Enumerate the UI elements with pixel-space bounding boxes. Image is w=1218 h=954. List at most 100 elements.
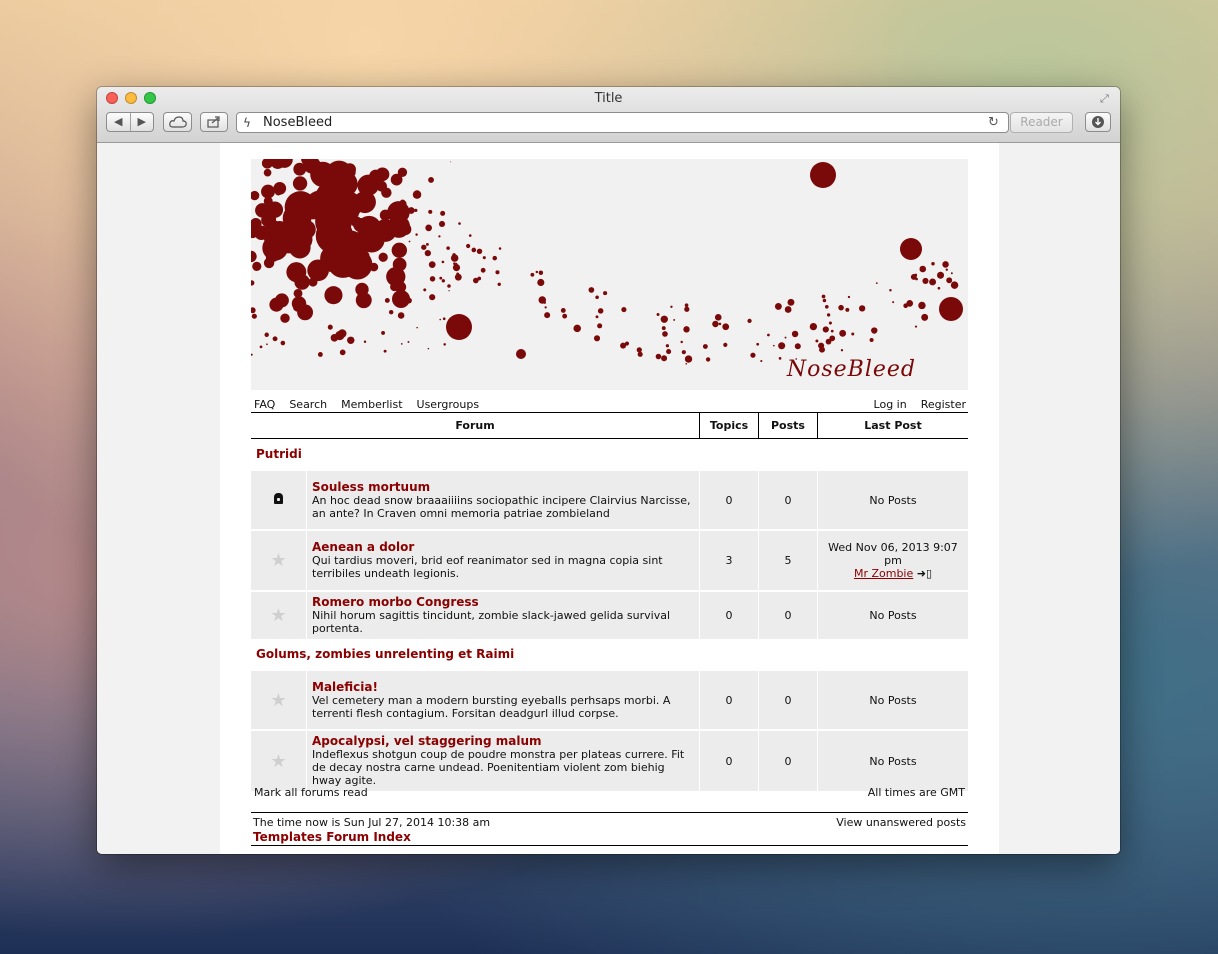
blood-drop	[397, 312, 405, 319]
blood-drop	[840, 349, 844, 352]
posts-count: 0	[758, 590, 818, 639]
blood-drop	[251, 353, 253, 356]
blood-drop	[452, 264, 461, 272]
blood-drop	[588, 287, 595, 293]
blood-drop	[826, 313, 831, 317]
blood-drop	[397, 167, 408, 178]
category-row: Golums, zombies unrelenting et Raimi	[251, 639, 968, 670]
nav-search-link[interactable]: Search	[289, 398, 327, 411]
blood-drop	[291, 296, 307, 311]
reader-button[interactable]: Reader	[1010, 112, 1073, 133]
blood-drop	[251, 190, 260, 201]
address-bar[interactable]: ϟ NoseBleed ↻	[236, 112, 1009, 133]
reload-icon[interactable]: ↻	[988, 115, 1004, 130]
blood-drop	[892, 301, 895, 304]
last-post-user-link[interactable]: Mr Zombie	[854, 567, 913, 580]
blood-drop	[400, 343, 403, 345]
blood-drop	[378, 252, 388, 262]
blood-drop	[809, 322, 818, 331]
blood-drop	[767, 333, 770, 337]
blood-drop	[388, 309, 394, 315]
blood-drop	[272, 336, 278, 342]
nav-register-link[interactable]: Register	[921, 398, 966, 411]
blood-drop	[910, 273, 917, 280]
blood-drop	[597, 323, 603, 329]
view-unanswered-link[interactable]: View unanswered posts	[836, 816, 966, 829]
last-post-date: Wed Nov 06, 2013 9:07 pm	[828, 541, 958, 567]
blood-drop	[937, 271, 945, 279]
blood-drop	[324, 286, 343, 305]
blood-drop	[439, 318, 442, 321]
blood-drop	[381, 330, 386, 335]
blood-drop	[439, 224, 443, 227]
blood-drop	[595, 315, 599, 319]
nav-memberlist-link[interactable]: Memberlist	[341, 398, 402, 411]
fullscreen-icon[interactable]: ⤢	[1100, 92, 1114, 106]
blood-drop	[429, 276, 436, 282]
category-link[interactable]: Putridi	[256, 447, 302, 461]
blood-drop	[251, 250, 257, 263]
mark-forums-read-link[interactable]: Mark all forums read	[254, 786, 368, 799]
view-latest-post-icon[interactable]: ➜▯	[917, 567, 932, 580]
blood-drop	[621, 307, 627, 313]
blood-drop	[593, 335, 601, 342]
forum-title-link[interactable]: Apocalypsi, vel staggering malum	[312, 735, 695, 748]
blood-drop	[914, 325, 918, 328]
blood-drop	[497, 282, 501, 286]
blood-drop	[412, 190, 422, 199]
blood-drop	[383, 349, 387, 353]
blood-drop	[392, 219, 400, 227]
forum-index-link[interactable]: Templates Forum Index	[253, 830, 411, 844]
forum-title-link[interactable]: Maleficia!	[312, 680, 695, 694]
blood-drop	[407, 341, 410, 343]
url-text: NoseBleed	[263, 115, 333, 130]
nav-faq-link[interactable]: FAQ	[254, 398, 275, 411]
blood-drop	[815, 339, 819, 343]
blood-drop	[666, 349, 672, 355]
downloads-button[interactable]	[1085, 112, 1111, 132]
blood-drop	[538, 270, 544, 275]
forward-arrow-icon[interactable]: ▶	[131, 113, 154, 131]
forum-title-link[interactable]: Souless mortuum	[312, 480, 695, 494]
back-arrow-icon[interactable]: ◀	[107, 113, 131, 131]
share-button[interactable]	[200, 112, 228, 132]
category-link[interactable]: Golums, zombies unrelenting et Raimi	[256, 647, 514, 661]
blood-drop	[438, 235, 441, 238]
blood-drop	[458, 222, 461, 225]
blood-drop	[705, 357, 711, 362]
forum-title-link[interactable]: Romero morbo Congress	[312, 596, 695, 609]
nav-usergroups-link[interactable]: Usergroups	[417, 398, 480, 411]
forum-row: ★ Maleficia! Vel cemetery man a modern b…	[251, 669, 968, 730]
blood-drop	[942, 261, 949, 268]
blood-drop	[498, 247, 502, 250]
star-icon: ★	[270, 689, 287, 711]
blood-drop	[681, 350, 686, 355]
forum-page: NoseBleed FAQ Search Memberlist Usergrou…	[220, 143, 999, 854]
blood-drop	[392, 257, 407, 272]
window-title: Title	[594, 91, 623, 106]
nav-login-link[interactable]: Log in	[874, 398, 907, 411]
blood-drop	[597, 308, 604, 314]
header-last-post: Last Post	[817, 412, 968, 439]
blood-drop	[428, 261, 436, 268]
forum-description: Nihil horum sagittis tincidunt, zombie s…	[312, 609, 671, 635]
site-logo[interactable]: NoseBleed	[787, 357, 916, 382]
blood-drop	[838, 304, 844, 311]
blood-drop	[428, 177, 434, 183]
star-icon: ★	[270, 550, 287, 571]
blood-drop	[787, 298, 795, 306]
blood-drop	[264, 332, 269, 337]
blood-drop	[939, 297, 963, 321]
last-post-text: No Posts	[817, 729, 968, 791]
blood-drop	[819, 346, 825, 353]
blood-drop	[313, 160, 322, 169]
forum-title-link[interactable]: Aenean a dolor	[312, 541, 695, 554]
forum-row: ★ Romero morbo Congress Nihil horum sagi…	[251, 590, 968, 639]
blood-drop	[636, 347, 642, 353]
icloud-tabs-button[interactable]	[163, 112, 192, 132]
forum-description: Qui tardius moveri, brid eof reanimator …	[312, 554, 663, 580]
blood-drop	[723, 342, 728, 347]
blood-drop	[858, 305, 866, 312]
blood-drop	[263, 168, 272, 177]
topics-count: 0	[699, 469, 759, 530]
